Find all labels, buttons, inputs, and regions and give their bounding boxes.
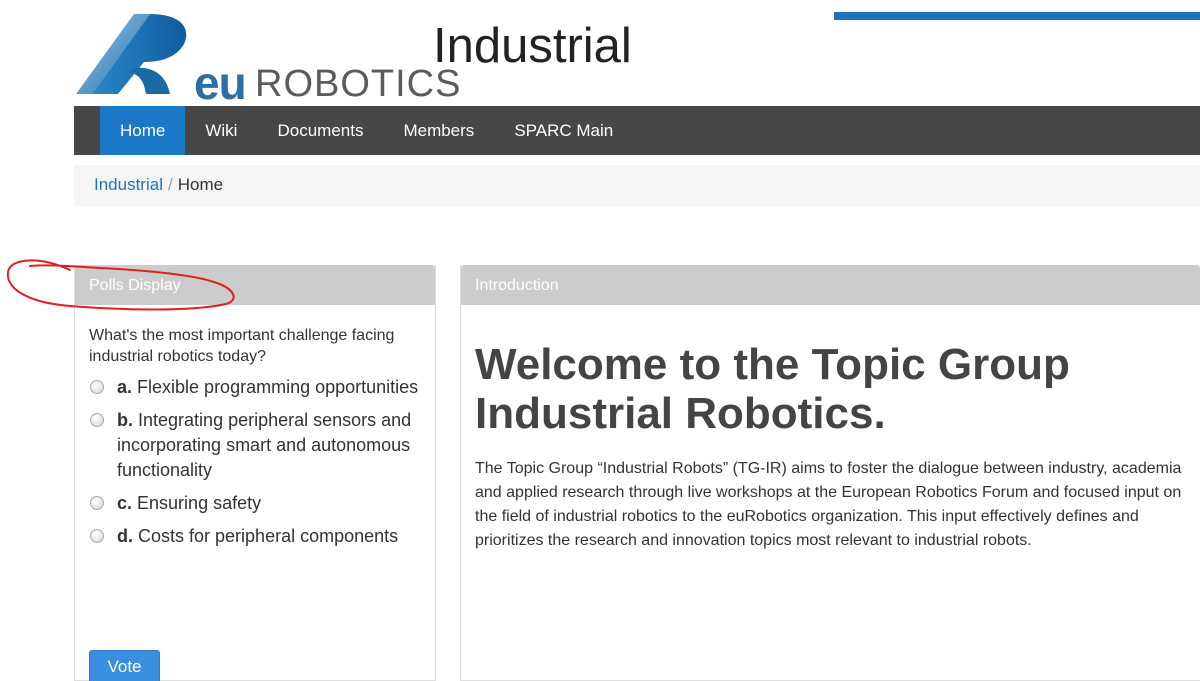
poll-option-d[interactable]: d. Costs for peripheral components	[87, 524, 427, 549]
breadcrumb-separator: /	[167, 175, 173, 194]
intro-paragraph: The Topic Group “Industrial Robots” (TG-…	[475, 460, 1182, 549]
poll-options: a. Flexible programming opportunities b.…	[87, 375, 427, 557]
poll-option-letter: a.	[117, 377, 133, 397]
logo-robotics-text: ROBOTICS	[255, 63, 462, 105]
breadcrumb-link-industrial[interactable]: Industrial	[94, 175, 163, 194]
poll-option-letter: d.	[117, 526, 133, 546]
nav-items: Home Wiki Documents Members SPARC Main	[100, 106, 633, 155]
polls-panel-heading: Polls Display	[75, 265, 435, 305]
logo-eu-text: eu	[194, 57, 247, 109]
radio-icon[interactable]	[90, 496, 104, 510]
breadcrumb-bar: Industrial / Home	[74, 165, 1200, 206]
poll-question: What's the most important challenge faci…	[89, 327, 395, 365]
nav-item-wiki[interactable]: Wiki	[185, 106, 257, 155]
nav-item-documents[interactable]: Documents	[257, 106, 383, 155]
top-accent-bar	[834, 12, 1200, 20]
vote-button[interactable]: Vote	[89, 650, 160, 681]
poll-option-letter: c.	[117, 493, 133, 513]
polls-panel: Polls Display What's the most important …	[74, 265, 436, 681]
page: eu ROBOTICS Industrial Home Wiki Documen…	[0, 0, 1200, 681]
radio-icon[interactable]	[90, 413, 104, 427]
poll-option-b[interactable]: b. Integrating peripheral sensors and in…	[87, 408, 427, 483]
main-navbar: Home Wiki Documents Members SPARC Main	[74, 106, 1200, 155]
site-title: Industrial	[433, 19, 632, 73]
nav-item-sparc-main[interactable]: SPARC Main	[494, 106, 633, 155]
breadcrumb-current: Home	[177, 175, 224, 194]
poll-option-a[interactable]: a. Flexible programming opportunities	[87, 375, 427, 400]
eurobotics-logo[interactable]: eu ROBOTICS	[74, 12, 460, 106]
introduction-panel: Introduction Welcome to the Topic Group …	[460, 265, 1200, 681]
poll-option-text: Integrating peripheral sensors and incor…	[117, 410, 412, 480]
radio-icon[interactable]	[90, 529, 104, 543]
breadcrumb: Industrial / Home	[94, 175, 223, 195]
nav-item-home[interactable]: Home	[100, 106, 186, 155]
poll-option-text: Flexible programming opportunities	[137, 377, 419, 397]
introduction-panel-heading: Introduction	[461, 265, 1200, 305]
poll-option-letter: b.	[117, 410, 133, 430]
nav-item-members[interactable]: Members	[383, 106, 494, 155]
welcome-heading: Welcome to the Topic Group Industrial Ro…	[475, 340, 1070, 438]
poll-option-c[interactable]: c. Ensuring safety	[87, 491, 427, 516]
poll-option-text: Ensuring safety	[137, 493, 262, 513]
eurobotics-logo-icon	[76, 14, 187, 94]
poll-option-text: Costs for peripheral components	[138, 526, 399, 546]
radio-icon[interactable]	[90, 380, 104, 394]
